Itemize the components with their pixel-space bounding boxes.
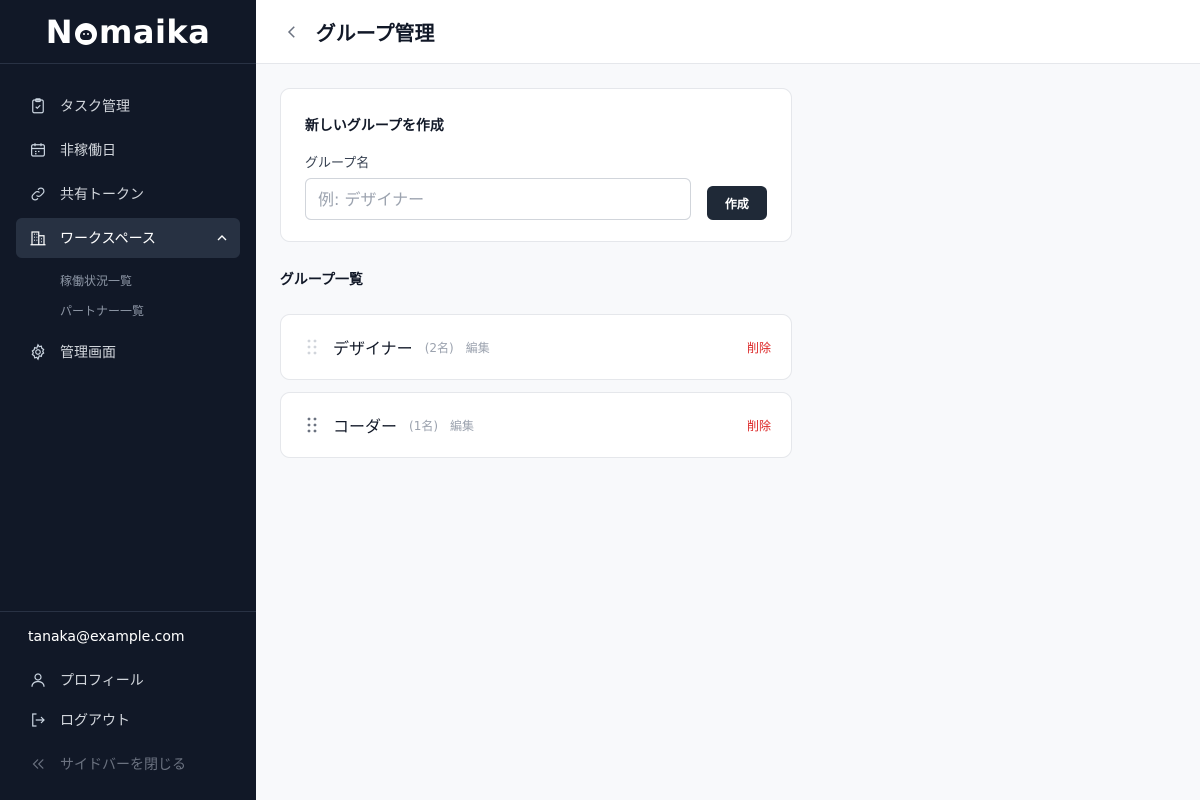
group-row: コーダー (1名) 編集 削除 [280, 392, 792, 458]
user-icon [28, 670, 48, 690]
link-icon [28, 184, 48, 204]
group-name-label: グループ名 [305, 156, 370, 171]
collapse-sidebar-label: サイドバーを閉じる [60, 757, 186, 773]
sidebar-nav: タスク管理 非稼働日 共有トークン ワークスペース 稼働状況一覧 パートナー一覧… [0, 64, 256, 372]
edit-group-link[interactable]: 編集 [466, 339, 490, 356]
sidebar-item-label: ワークスペース [60, 231, 156, 247]
profile-label: プロフィール [60, 673, 144, 689]
logo-face-icon [75, 22, 97, 45]
collapse-sidebar-button[interactable]: サイドバーを閉じる [0, 744, 256, 784]
clipboard-check-icon [28, 96, 48, 116]
sidebar-subitem-work-status[interactable]: 稼働状況一覧 [60, 266, 256, 296]
user-email: tanaka@example.com [28, 629, 185, 645]
profile-link[interactable]: プロフィール [0, 660, 256, 700]
sidebar-item-admin[interactable]: 管理画面 [16, 332, 240, 372]
sidebar-item-workspace[interactable]: ワークスペース [16, 218, 240, 258]
sidebar-item-tasks[interactable]: タスク管理 [16, 86, 240, 126]
create-group-row: 作成 [305, 178, 767, 220]
sidebar-footer: tanaka@example.com プロフィール ログアウト サイドバーを閉じ… [0, 611, 256, 800]
workspace-subnav: 稼働状況一覧 パートナー一覧 [0, 262, 256, 332]
gear-icon [28, 342, 48, 362]
drag-handle-icon[interactable] [305, 338, 319, 356]
sidebar-item-label: タスク管理 [60, 99, 130, 115]
sidebar-item-label: 管理画面 [60, 345, 116, 361]
group-name: コーダー [333, 417, 398, 436]
page-title: グループ管理 [316, 21, 435, 45]
delete-group-link[interactable]: 削除 [747, 339, 771, 356]
group-member-count: (2名) [424, 340, 454, 355]
sidebar-subitem-partners[interactable]: パートナー一覧 [60, 296, 256, 326]
drag-handle-icon[interactable] [305, 416, 319, 434]
calendar-icon [28, 140, 48, 160]
group-member-count: (1名) [409, 418, 439, 433]
main-content: 新しいグループを作成 グループ名 作成 グループ一覧 デザイナー (2名) 編集… [280, 88, 792, 470]
sidebar-item-holidays[interactable]: 非稼働日 [16, 130, 240, 170]
delete-group-link[interactable]: 削除 [747, 417, 771, 434]
app-logo[interactable]: Nmaika [46, 13, 211, 51]
group-name-input[interactable] [305, 178, 691, 220]
sidebar: Nmaika タスク管理 非稼働日 共有トークン ワークスペース 稼働状況一覧 … [0, 0, 256, 800]
logo-area: Nmaika [0, 0, 256, 64]
chevron-up-icon [214, 230, 230, 246]
group-row: デザイナー (2名) 編集 削除 [280, 314, 792, 380]
logout-label: ログアウト [60, 713, 130, 729]
sidebar-item-share-tokens[interactable]: 共有トークン [16, 174, 240, 214]
chevrons-left-icon [28, 754, 48, 774]
chevron-left-icon [287, 25, 295, 38]
page-header: グループ管理 [256, 0, 1200, 64]
building-icon [28, 228, 48, 248]
sidebar-item-label: 非稼働日 [60, 143, 116, 159]
logout-link[interactable]: ログアウト [0, 700, 256, 740]
group-name: デザイナー [333, 339, 413, 358]
sidebar-item-label: 共有トークン [60, 187, 144, 203]
create-group-card: 新しいグループを作成 グループ名 作成 [280, 88, 792, 242]
edit-group-link[interactable]: 編集 [450, 417, 474, 434]
group-list-title: グループ一覧 [280, 272, 364, 288]
create-group-button[interactable]: 作成 [707, 186, 767, 220]
create-group-title: 新しいグループを作成 [305, 118, 445, 134]
back-button[interactable] [282, 22, 302, 42]
logout-icon [28, 710, 48, 730]
